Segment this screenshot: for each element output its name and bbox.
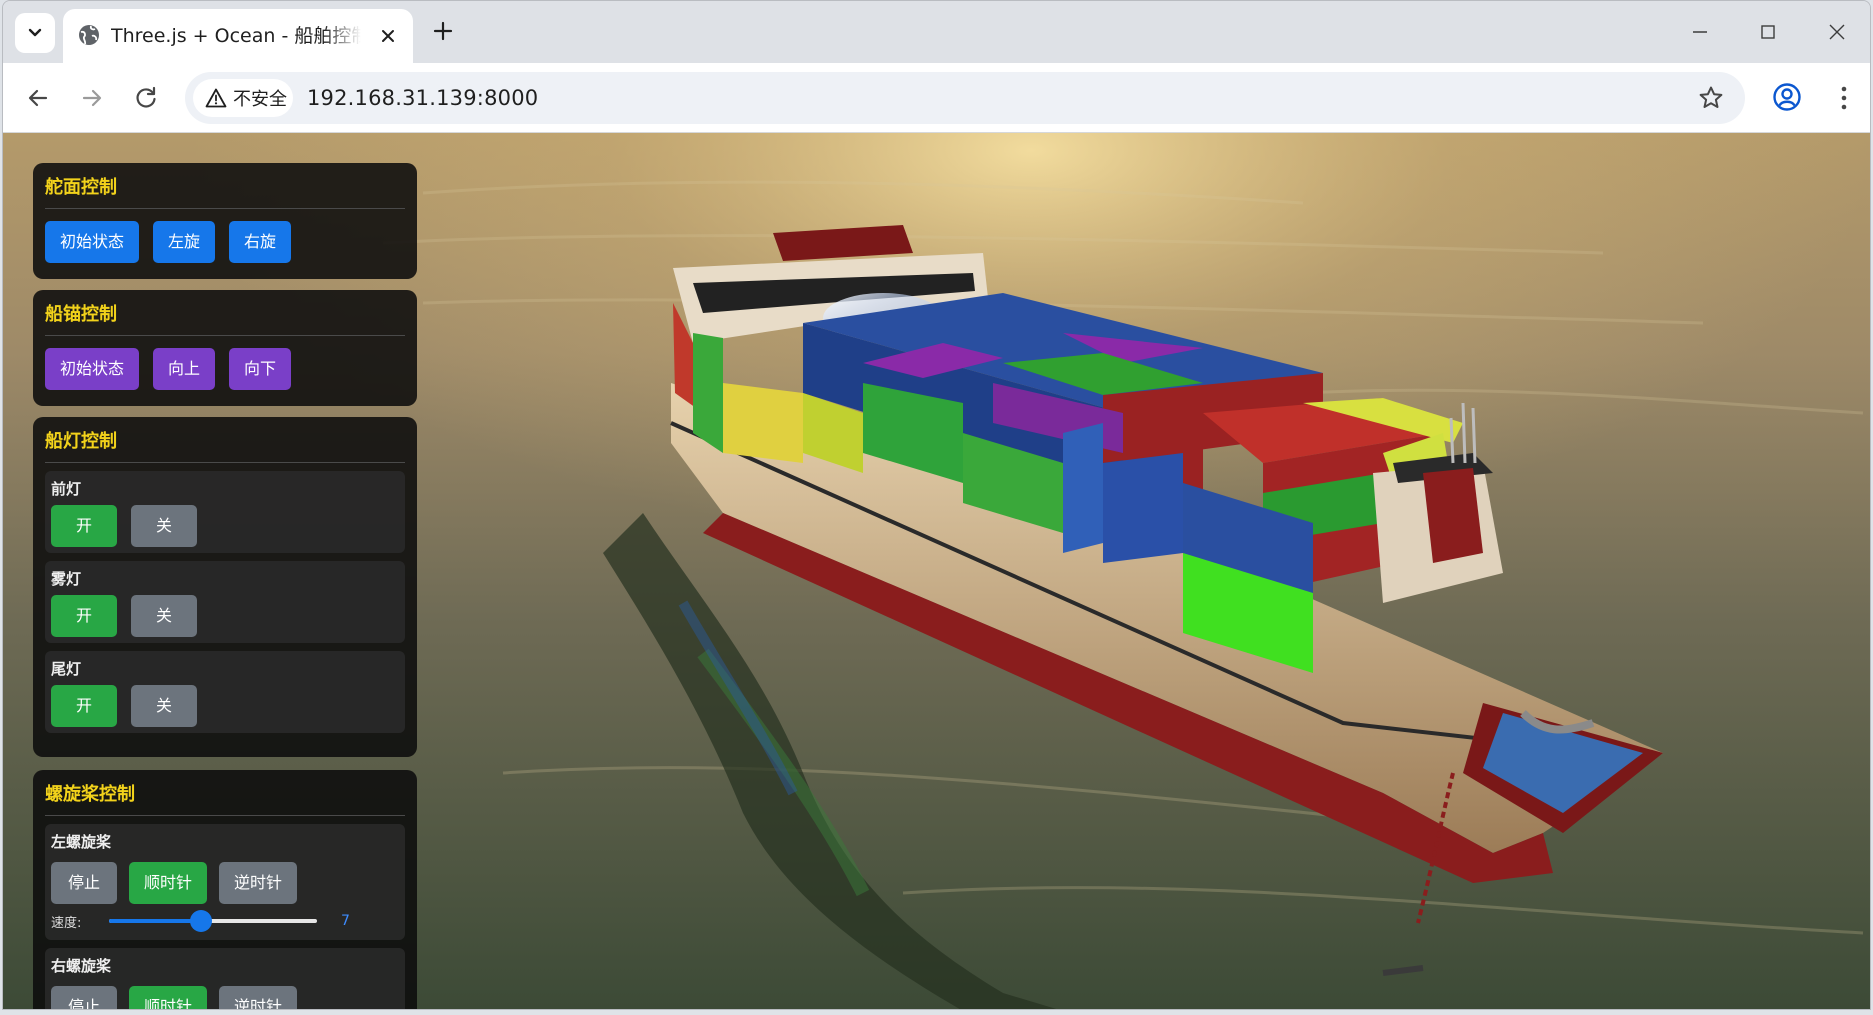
url-text[interactable]: 192.168.31.139:8000 [307,72,538,124]
lights-panel: 船灯控制 前灯 开 关 雾灯 开 关 尾灯 开 关 [33,417,417,757]
taillight-group: 尾灯 开 关 [45,651,405,733]
arrow-left-icon[interactable] [23,83,53,113]
foglight-group: 雾灯 开 关 [45,561,405,643]
right-propeller-label: 右螺旋桨 [51,957,112,975]
plus-icon[interactable] [431,19,455,43]
lights-panel-title: 船灯控制 [45,417,405,463]
left-propeller-cw-button[interactable]: 顺时针 [129,862,208,904]
browser-tab[interactable]: Three.js + Ocean - 船舶控制台 [63,9,413,63]
rudder-panel-title: 舵面控制 [45,163,405,209]
taillight-off-button[interactable]: 关 [131,685,197,727]
anchor-panel: 船锚控制 初始状态 向上 向下 [33,290,417,406]
headlight-off-button[interactable]: 关 [131,505,197,547]
left-propeller-speed-label: 速度: [51,915,82,931]
left-propeller-label: 左螺旋桨 [51,833,112,851]
profile-icon[interactable] [1771,81,1803,113]
tab-search-button[interactable] [15,13,55,53]
rudder-right-button[interactable]: 右旋 [229,221,292,263]
minimize-icon[interactable] [1687,19,1713,45]
security-chip[interactable]: 不安全 [193,79,293,117]
star-icon[interactable] [1697,84,1725,112]
left-propeller-stop-button[interactable]: 停止 [51,862,117,904]
chevron-down-icon [28,28,42,37]
propeller-panel-title: 螺旋桨控制 [45,770,405,816]
rudder-reset-button[interactable]: 初始状态 [45,221,140,263]
left-propeller-speed-value: 7 [341,913,350,929]
right-propeller-stop-button[interactable]: 停止 [51,986,117,1009]
anchor-reset-button[interactable]: 初始状态 [45,348,140,390]
maximize-icon[interactable] [1755,19,1781,45]
left-propeller-group: 左螺旋桨 停止 顺时针 逆时针 速度: 7 [45,824,405,940]
taillight-on-button[interactable]: 开 [51,685,117,727]
foglight-label: 雾灯 [51,570,82,588]
rudder-left-button[interactable]: 左旋 [153,221,216,263]
security-label: 不安全 [233,89,287,110]
globe-icon [79,25,99,45]
anchor-down-button[interactable]: 向下 [229,348,292,390]
rudder-panel: 舵面控制 初始状态 左旋 右旋 [33,163,417,279]
right-propeller-ccw-button[interactable]: 逆时针 [219,986,298,1009]
window-close-icon[interactable] [1824,19,1850,45]
taillight-label: 尾灯 [51,660,82,678]
tab-title: Three.js + Ocean - 船舶控制台 [111,25,361,47]
browser-toolbar: 不安全 192.168.31.139:8000 [3,63,1870,133]
headlight-label: 前灯 [51,480,82,498]
slider-thumb[interactable] [189,910,212,932]
address-bar[interactable]: 不安全 192.168.31.139:8000 [185,72,1745,124]
left-propeller-speed-slider[interactable] [109,910,317,932]
right-propeller-group: 右螺旋桨 停止 顺时针 逆时针 [45,948,405,1009]
right-propeller-cw-button[interactable]: 顺时针 [129,986,208,1009]
warning-icon [205,88,227,108]
propeller-panel: 螺旋桨控制 左螺旋桨 停止 顺时针 逆时针 速度: 7 右螺旋桨 停止 顺时针 … [33,770,417,1009]
arrow-right-icon[interactable] [77,83,107,113]
foglight-on-button[interactable]: 开 [51,595,117,637]
three-viewport[interactable]: 舵面控制 初始状态 左旋 右旋 船锚控制 初始状态 向上 向下 船灯控制 前灯 … [3,133,1870,1009]
browser-window: Three.js + Ocean - 船舶控制台 [2,0,1871,1010]
forward-mast-base [1423,468,1483,563]
close-icon[interactable] [377,25,399,47]
left-propeller-ccw-button[interactable]: 逆时针 [219,862,298,904]
left-propeller-speed-row: 速度: 7 [51,908,399,934]
headlight-on-button[interactable]: 开 [51,505,117,547]
anchor-up-button[interactable]: 向上 [153,348,216,390]
tab-strip: Three.js + Ocean - 船舶控制台 [3,1,1870,63]
headlight-group: 前灯 开 关 [45,471,405,553]
more-vert-icon[interactable] [1829,82,1859,114]
reload-icon[interactable] [131,83,161,113]
foglight-off-button[interactable]: 关 [131,595,197,637]
slider-fill [109,919,201,923]
anchor-panel-title: 船锚控制 [45,290,405,336]
